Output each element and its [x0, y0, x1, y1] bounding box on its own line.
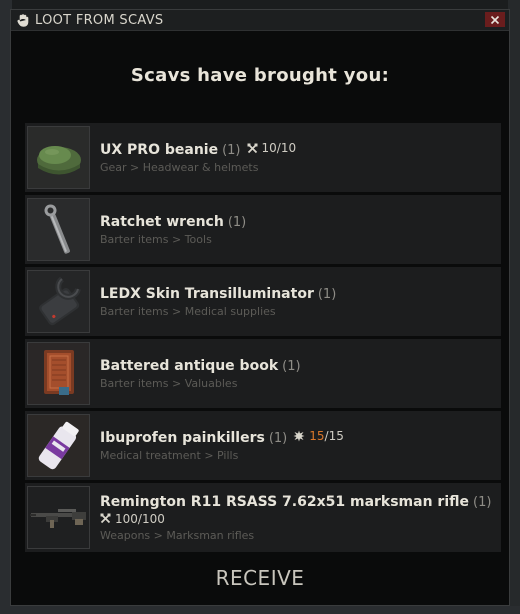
receive-button[interactable]: RECEIVE: [11, 566, 509, 590]
item-category: Medical treatment > Pills: [100, 449, 239, 462]
loot-dialog: LOOT FROM SCAVS Scavs have brought you:: [10, 9, 510, 606]
item-category: Gear > Headwear & helmets: [100, 160, 259, 174]
durability-max: /10: [276, 141, 297, 156]
hand-icon: [17, 13, 31, 27]
close-icon: [490, 15, 500, 24]
uses-current: 15: [309, 429, 325, 443]
item-category: Barter items > Tools: [100, 232, 212, 246]
item-quantity: (1): [317, 286, 337, 302]
item-name: Ratchet wrench: [100, 213, 224, 230]
loot-item-row[interactable]: Remington R11 RSASS 7.62x51 marksman rif…: [25, 483, 501, 552]
dialog-heading: Scavs have brought you:: [130, 65, 390, 86]
dialog-titlebar[interactable]: LOOT FROM SCAVS: [11, 10, 509, 31]
item-durability: 10/10: [247, 141, 297, 156]
item-quantity: (1): [268, 431, 288, 446]
item-durability: 100/100: [100, 512, 491, 526]
durability-current: 10: [261, 141, 277, 156]
durability-current: 100: [115, 511, 138, 526]
item-thumbnail-ibuprofen: [27, 414, 90, 477]
durability-max: /100: [137, 511, 165, 526]
loot-item-row[interactable]: Battered antique book (1) Barter items >…: [25, 339, 501, 408]
dialog-title: LOOT FROM SCAVS: [35, 12, 164, 28]
uses-max: /15: [324, 429, 344, 443]
item-quantity: (1): [222, 142, 241, 158]
item-name: UX PRO beanie: [100, 141, 219, 158]
item-thumbnail-beanie: [27, 126, 90, 189]
loot-list: UX PRO beanie (1) 10/10 Gear > Headwear …: [25, 123, 501, 555]
item-name: LEDX Skin Transilluminator: [100, 285, 314, 302]
item-thumbnail-book: [27, 342, 90, 405]
durability-icon: [100, 513, 111, 524]
item-category: Barter items > Medical supplies: [100, 304, 276, 318]
close-button[interactable]: [485, 12, 505, 27]
item-thumbnail-ledx: [27, 270, 90, 333]
item-name: Ibuprofen painkillers: [100, 430, 265, 446]
item-name: Battered antique book: [100, 357, 279, 374]
item-quantity: (1): [282, 358, 301, 374]
loot-item-row[interactable]: LEDX Skin Transilluminator (1) Barter it…: [25, 267, 501, 336]
item-thumbnail-wrench: [27, 198, 90, 261]
durability-icon: [247, 143, 257, 153]
item-uses: 15/15: [293, 429, 344, 443]
loot-item-row[interactable]: Ratchet wrench (1) Barter items > Tools: [25, 195, 501, 264]
loot-item-row[interactable]: Ibuprofen painkillers (1) 15/15 Medical …: [25, 411, 501, 480]
item-name: Remington R11 RSASS 7.62x51 marksman rif…: [100, 493, 470, 510]
item-thumbnail-rifle: [27, 486, 90, 549]
item-category: Barter items > Valuables: [100, 376, 238, 390]
loot-item-row[interactable]: UX PRO beanie (1) 10/10 Gear > Headwear …: [25, 123, 501, 192]
background-panel-bottom: [0, 606, 520, 614]
item-quantity: (1): [227, 214, 247, 230]
medical-uses-icon: [293, 430, 305, 442]
item-category: Weapons > Marksman rifles: [100, 528, 255, 542]
item-quantity: (1): [473, 494, 492, 510]
